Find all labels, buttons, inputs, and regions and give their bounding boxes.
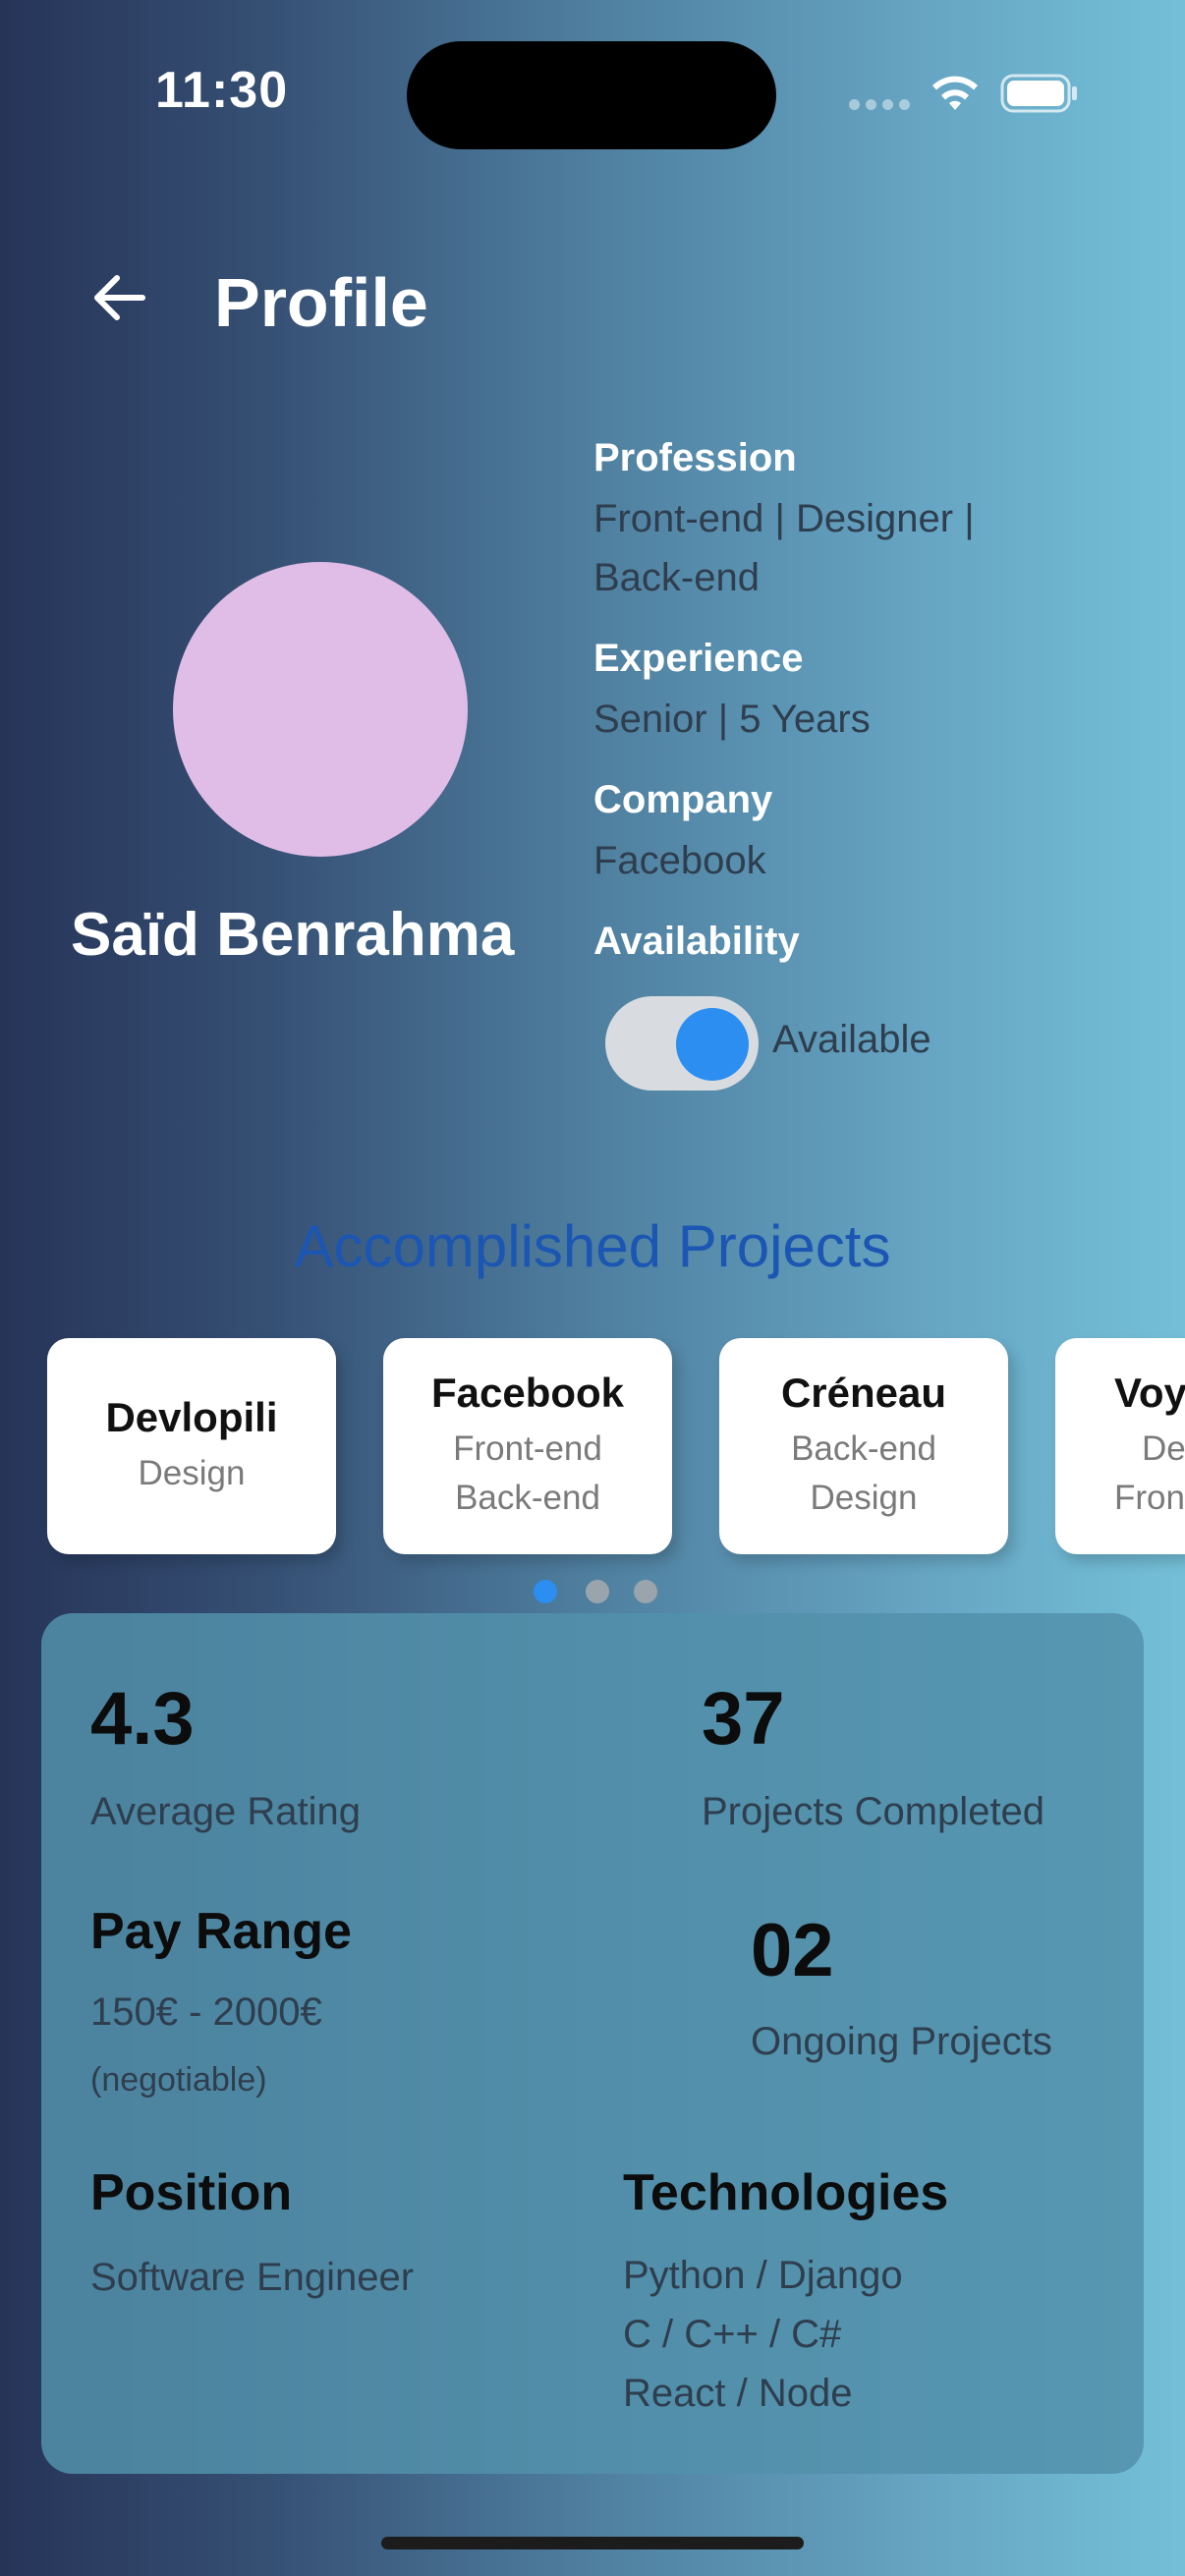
technology-item: React / Node (623, 2372, 853, 2415)
project-card[interactable]: Facebook Front-end Back-end (383, 1338, 672, 1554)
avatar (173, 562, 468, 857)
battery-icon (1000, 74, 1077, 113)
project-tag: Design (810, 1479, 918, 1517)
project-card[interactable]: Devlopili Design (47, 1338, 336, 1554)
section-title-projects: Accomplished Projects (294, 1213, 891, 1279)
project-tag: Front-end (453, 1429, 602, 1468)
pay-range-value: 150€ - 2000€ (90, 1990, 322, 2034)
rating-value: 4.3 (90, 1677, 195, 1761)
technologies-label: Technologies (623, 2164, 949, 2221)
ongoing-value: 02 (751, 1909, 834, 1992)
company-label: Company (593, 778, 773, 821)
experience-value: Senior | 5 Years (593, 698, 871, 741)
project-title: Devlopili (105, 1394, 278, 1440)
project-card[interactable]: Voy De Fron (1055, 1338, 1185, 1554)
project-tag: Fron (1114, 1479, 1185, 1517)
pay-range-note: (negotiable) (90, 2061, 267, 2099)
availability-toggle[interactable] (605, 996, 759, 1091)
position-value: Software Engineer (90, 2256, 415, 2299)
home-indicator[interactable] (381, 2537, 804, 2549)
technologies-list: Python / Django C / C++ / C# React / Nod… (623, 2246, 903, 2423)
profession-line: Back-end (593, 556, 760, 599)
cellular-signal-icon (849, 99, 910, 110)
page-indicator-dot[interactable] (534, 1580, 557, 1603)
page-indicator-dot[interactable] (586, 1580, 609, 1603)
project-title: Voy (1114, 1370, 1185, 1416)
project-tag: Design (138, 1454, 246, 1492)
back-button[interactable] (86, 265, 151, 330)
rating-label: Average Rating (90, 1790, 361, 1833)
completed-value: 37 (702, 1677, 785, 1761)
project-card[interactable]: Créneau Back-end Design (719, 1338, 1008, 1554)
project-title: Facebook (430, 1370, 625, 1416)
profession-value: Front-end | Designer | Back-end (593, 489, 975, 607)
project-title: Créneau (780, 1370, 947, 1416)
project-tag: De (1142, 1429, 1185, 1468)
project-tag: Back-end (791, 1429, 936, 1468)
page-title: Profile (214, 264, 428, 341)
experience-label: Experience (593, 637, 804, 680)
completed-label: Projects Completed (702, 1790, 1045, 1833)
arrow-left-icon (94, 275, 145, 320)
wifi-icon (932, 76, 978, 110)
dynamic-island (407, 41, 776, 149)
ongoing-label: Ongoing Projects (751, 2020, 1052, 2063)
availability-state: Available (772, 1018, 931, 1061)
toggle-knob (676, 1008, 749, 1081)
profession-line: Front-end | Designer | (593, 497, 975, 540)
project-tag: Back-end (455, 1479, 600, 1517)
pay-range-label: Pay Range (90, 1903, 352, 1960)
technology-item: C / C++ / C# (623, 2313, 842, 2356)
page-indicator-dot[interactable] (634, 1580, 657, 1603)
availability-label: Availability (593, 920, 800, 963)
position-label: Position (90, 2164, 293, 2221)
technology-item: Python / Django (623, 2254, 903, 2297)
status-time: 11:30 (155, 62, 289, 119)
company-value: Facebook (593, 839, 766, 882)
profession-label: Profession (593, 436, 797, 479)
user-name: Saïd Benrahma (71, 901, 515, 969)
